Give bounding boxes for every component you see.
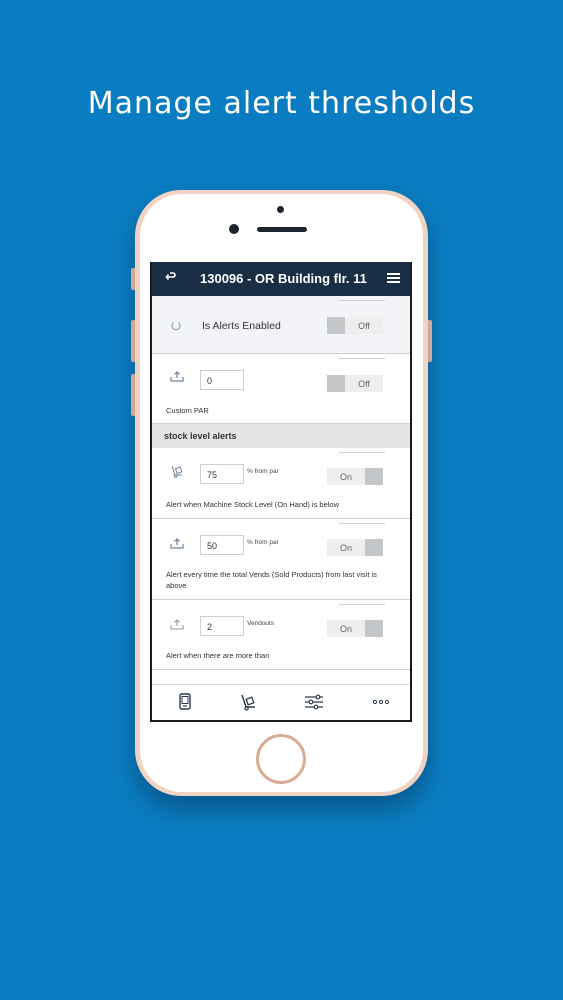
toggle-label: On xyxy=(339,623,352,634)
alerts-enabled-toggle[interactable]: Off xyxy=(327,317,383,334)
toggle-knob xyxy=(365,539,383,556)
divider xyxy=(339,358,385,359)
vendouts-alert-row: 2 Vendouts On Alert when there are more … xyxy=(152,600,410,670)
inbox-tray-icon xyxy=(170,537,186,553)
alerts-enabled-row: Is Alerts Enabled Off xyxy=(152,296,410,354)
custom-par-caption: Custom PAR xyxy=(166,406,209,415)
toggle-knob xyxy=(327,317,345,334)
phone-speaker xyxy=(257,227,307,232)
section-header: stock level alerts xyxy=(152,424,410,448)
vends-alert-input[interactable]: 50 xyxy=(200,535,244,555)
toggle-knob xyxy=(327,375,345,392)
stock-alert-caption: Alert when Machine Stock Level (On Hand)… xyxy=(166,500,339,509)
toggle-label: Off xyxy=(358,378,370,389)
app-screen: 130096 - OR Building flr. 11 Is Alerts E… xyxy=(150,262,412,722)
phone-sensor xyxy=(277,206,284,213)
divider xyxy=(339,452,385,453)
toggle-label: On xyxy=(339,542,352,553)
headline: Manage alert thresholds xyxy=(87,86,476,121)
inbox-tray-icon xyxy=(170,370,186,386)
hand-truck-icon xyxy=(170,464,186,480)
hand-truck-icon[interactable] xyxy=(240,693,260,711)
stock-alert-row: 75 % from par On Alert when Machine Stoc… xyxy=(152,448,410,519)
vends-alert-toggle[interactable]: On xyxy=(327,539,383,556)
vends-alert-row: 50 % from par On Alert every time the to… xyxy=(152,519,410,600)
divider xyxy=(339,604,385,605)
toggle-label: On xyxy=(339,471,352,482)
toggle-label: Off xyxy=(358,320,370,331)
home-button[interactable] xyxy=(256,734,306,784)
upload-tray-icon xyxy=(170,618,186,634)
page-title: 130096 - OR Building flr. 11 xyxy=(200,271,367,286)
tab-bar xyxy=(152,684,410,720)
navbar: 130096 - OR Building flr. 11 xyxy=(152,262,410,296)
vendouts-alert-toggle[interactable]: On xyxy=(327,620,383,637)
divider xyxy=(339,523,385,524)
custom-par-input[interactable]: 0 xyxy=(200,370,244,390)
section-title: stock level alerts xyxy=(164,431,237,441)
custom-par-row: 0 Off Custom PAR xyxy=(152,354,410,424)
power-icon xyxy=(170,318,186,334)
phone-camera xyxy=(229,224,239,234)
custom-par-toggle[interactable]: Off xyxy=(327,375,383,392)
toggle-knob xyxy=(365,468,383,485)
vends-alert-unit: % from par xyxy=(247,539,279,546)
stock-alert-toggle[interactable]: On xyxy=(327,468,383,485)
vends-alert-caption: Alert every time the total Vends (Sold P… xyxy=(166,570,377,590)
vendouts-alert-input[interactable]: 2 xyxy=(200,616,244,636)
alerts-enabled-label: Is Alerts Enabled xyxy=(202,320,281,332)
toggle-knob xyxy=(365,620,383,637)
divider xyxy=(339,300,385,301)
stock-alert-unit: % from par xyxy=(247,468,279,475)
vendouts-alert-caption: Alert when there are more than xyxy=(166,651,270,660)
hamburger-menu-icon[interactable] xyxy=(387,273,400,283)
vendouts-alert-unit: Vendouts xyxy=(247,620,275,627)
sliders-icon[interactable] xyxy=(304,693,324,711)
machine-icon[interactable] xyxy=(178,693,198,711)
back-arrow-icon[interactable] xyxy=(164,271,178,285)
stock-alert-input[interactable]: 75 xyxy=(200,464,244,484)
more-icon[interactable] xyxy=(372,693,392,711)
